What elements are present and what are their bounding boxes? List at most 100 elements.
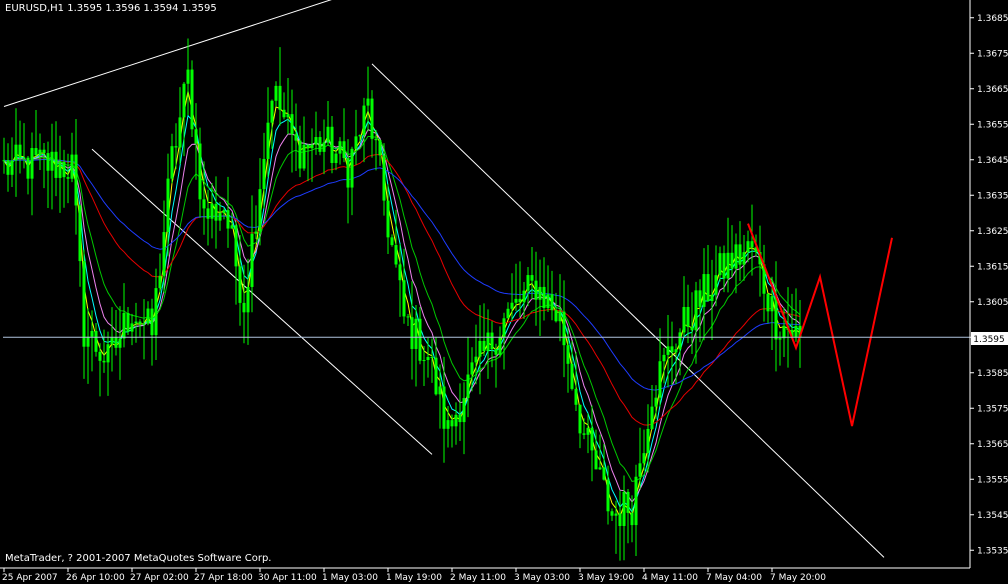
candle-body xyxy=(458,414,462,423)
current-price-marker: 1.3595 xyxy=(971,332,1008,345)
candle-body xyxy=(66,177,70,179)
candle-body xyxy=(434,357,438,395)
candle-body xyxy=(746,241,750,253)
candle-body xyxy=(130,323,134,332)
candle-body xyxy=(454,414,458,427)
candle-body xyxy=(170,146,174,179)
candle-body xyxy=(58,161,62,178)
candle-body xyxy=(274,85,278,101)
candle-body xyxy=(122,312,126,339)
candle-body xyxy=(386,200,390,238)
candle-body xyxy=(38,149,42,156)
ohlc-values: 1.3595 1.3596 1.3594 1.3595 xyxy=(67,3,217,14)
candle-body xyxy=(42,149,46,154)
time-tick-label: 30 Apr 11:00 xyxy=(258,573,317,583)
price-tick-label: 1.3585 xyxy=(977,369,1008,379)
candle-body xyxy=(598,467,602,470)
candle-body xyxy=(334,153,338,163)
candle-body xyxy=(266,122,270,159)
candle-body xyxy=(114,337,118,348)
candle-body xyxy=(630,512,634,526)
candle-body xyxy=(2,160,6,162)
candle xyxy=(190,60,194,137)
candle-body xyxy=(474,356,478,363)
price-tick-label: 1.3555 xyxy=(977,475,1008,485)
candle-body xyxy=(414,318,418,349)
candle-body xyxy=(282,109,286,118)
candle-body xyxy=(234,225,238,267)
candle-body xyxy=(190,69,194,130)
candle-body xyxy=(378,140,382,156)
candle-body xyxy=(362,105,366,135)
candle-body xyxy=(102,360,106,363)
candle-body xyxy=(22,157,26,159)
candle-body xyxy=(778,338,782,340)
candle-body xyxy=(146,308,150,324)
candle-body xyxy=(462,398,466,423)
candle-body xyxy=(74,154,78,206)
candle-body xyxy=(642,453,646,464)
time-tick-label: 1 May 19:00 xyxy=(386,573,442,583)
candle-body xyxy=(406,316,410,318)
candle-body xyxy=(422,360,426,362)
candle-body xyxy=(226,210,230,229)
candle-body xyxy=(270,100,274,123)
candle-body xyxy=(82,261,86,347)
price-tick-label: 1.3615 xyxy=(977,262,1008,272)
candle-body xyxy=(302,144,306,169)
candle-body xyxy=(110,337,114,345)
candle-body xyxy=(322,142,326,152)
candle-body xyxy=(10,160,14,175)
candle-body xyxy=(246,286,250,313)
candle-body xyxy=(202,199,206,209)
candle-body xyxy=(438,386,442,395)
candle-body xyxy=(478,340,482,357)
candle-body xyxy=(506,308,510,319)
time-tick-label: 7 May 20:00 xyxy=(770,573,826,583)
candle-body xyxy=(738,244,742,265)
candle-body xyxy=(770,296,774,312)
price-tick-label: 1.3675 xyxy=(977,49,1008,59)
candle-body xyxy=(318,137,322,152)
candle-body xyxy=(610,511,614,516)
candle-body xyxy=(198,143,202,200)
current-price-label: 1.3595 xyxy=(973,335,1005,345)
time-tick-label: 27 Apr 18:00 xyxy=(194,573,253,583)
candle-body xyxy=(702,274,706,307)
candle-body xyxy=(238,266,242,303)
candle-body xyxy=(570,363,574,389)
candle-body xyxy=(558,311,562,322)
candle-body xyxy=(574,388,578,405)
price-tick-label: 1.3565 xyxy=(977,440,1008,450)
copyright-label: MetaTrader, ? 2001-2007 MetaQuotes Softw… xyxy=(5,553,272,564)
candle-body xyxy=(510,302,514,309)
candle-body xyxy=(710,294,714,302)
candle-body xyxy=(86,336,90,347)
candle-body xyxy=(46,153,50,171)
candle-body xyxy=(518,298,522,303)
price-tick-label: 1.3535 xyxy=(977,546,1008,556)
price-tick-label: 1.3545 xyxy=(977,511,1008,521)
time-tick-label: 27 Apr 02:00 xyxy=(130,573,189,583)
price-tick-label: 1.3635 xyxy=(977,191,1008,201)
candle-body xyxy=(566,345,570,364)
candle-body xyxy=(310,144,314,149)
candle-body xyxy=(486,332,490,352)
symbol-label: EURUSD,H1 xyxy=(5,3,65,14)
candle-body xyxy=(766,293,770,312)
candle-body xyxy=(654,397,658,407)
candle-body xyxy=(554,310,558,322)
candle-body xyxy=(370,98,374,139)
candle-body xyxy=(670,346,674,353)
candle-body xyxy=(194,129,198,144)
candle-body xyxy=(442,386,446,429)
candle-body xyxy=(294,134,298,141)
candle-body xyxy=(182,83,186,118)
time-tick-label: 25 Apr 2007 xyxy=(2,573,58,583)
candle-body xyxy=(290,114,294,135)
candle-body xyxy=(602,467,606,480)
time-tick-label: 26 Apr 10:00 xyxy=(66,573,125,583)
candle-body xyxy=(538,286,542,300)
candle-body xyxy=(166,178,170,233)
candle-body xyxy=(26,157,30,179)
